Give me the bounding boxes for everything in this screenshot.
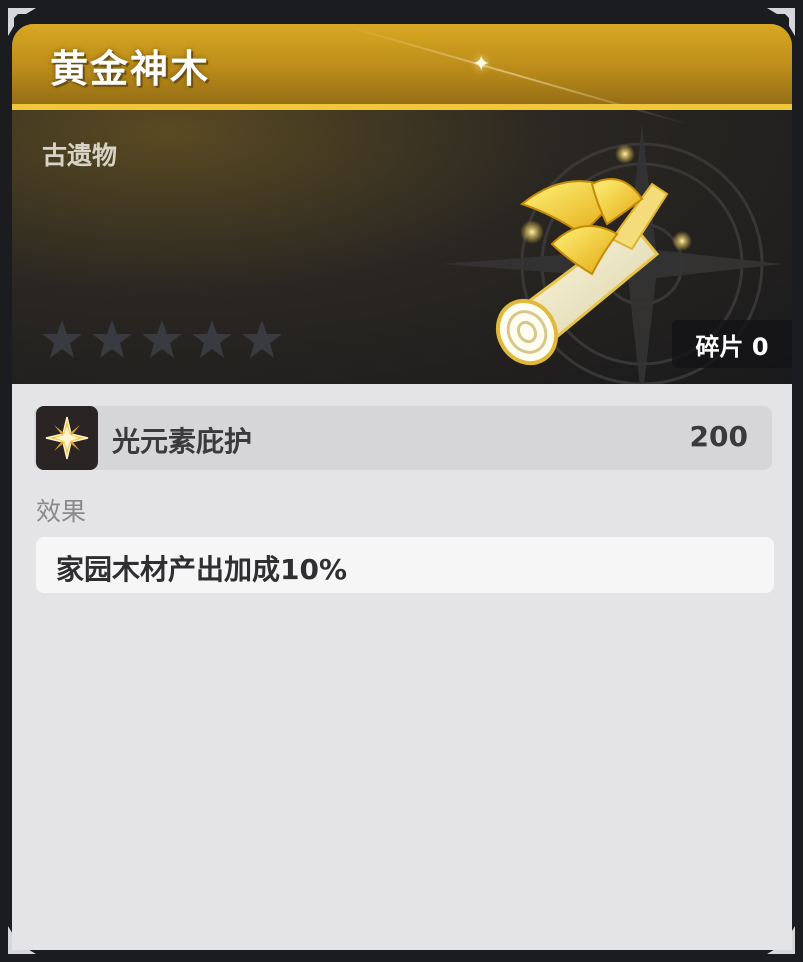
item-title: 黄金神木 xyxy=(50,47,211,91)
effect-box: 家园木材产出加成10% xyxy=(36,537,774,593)
fragment-count: 碎片 0 xyxy=(672,320,792,368)
star-icon xyxy=(242,320,282,358)
golden-wood-log-icon xyxy=(495,144,692,366)
stat-row[interactable]: 光元素庇护 200 xyxy=(34,406,772,470)
star-icon xyxy=(142,320,182,358)
item-header: ✦ 黄金神木 古遗物 碎片 0 xyxy=(12,24,792,384)
star-icon xyxy=(92,320,132,358)
stat-name: 光元素庇护 xyxy=(112,425,253,458)
item-card: ✦ 黄金神木 古遗物 碎片 0 光元素庇护 200 效果 家园木材产出加成10% xyxy=(12,24,792,950)
star-icon xyxy=(192,320,232,358)
light-element-icon xyxy=(36,406,98,470)
effect-label: 效果 xyxy=(36,497,87,526)
effect-text: 家园木材产出加成10% xyxy=(56,553,348,586)
stat-value: 200 xyxy=(689,420,748,453)
star-icon xyxy=(42,320,82,358)
item-detail-frame: ✦ 黄金神木 古遗物 碎片 0 光元素庇护 200 效果 家园木材产出加成10% xyxy=(0,0,803,962)
rarity-stars xyxy=(38,316,286,364)
item-category: 古遗物 xyxy=(42,141,118,170)
sparkle-icon: ✦ xyxy=(472,52,491,77)
